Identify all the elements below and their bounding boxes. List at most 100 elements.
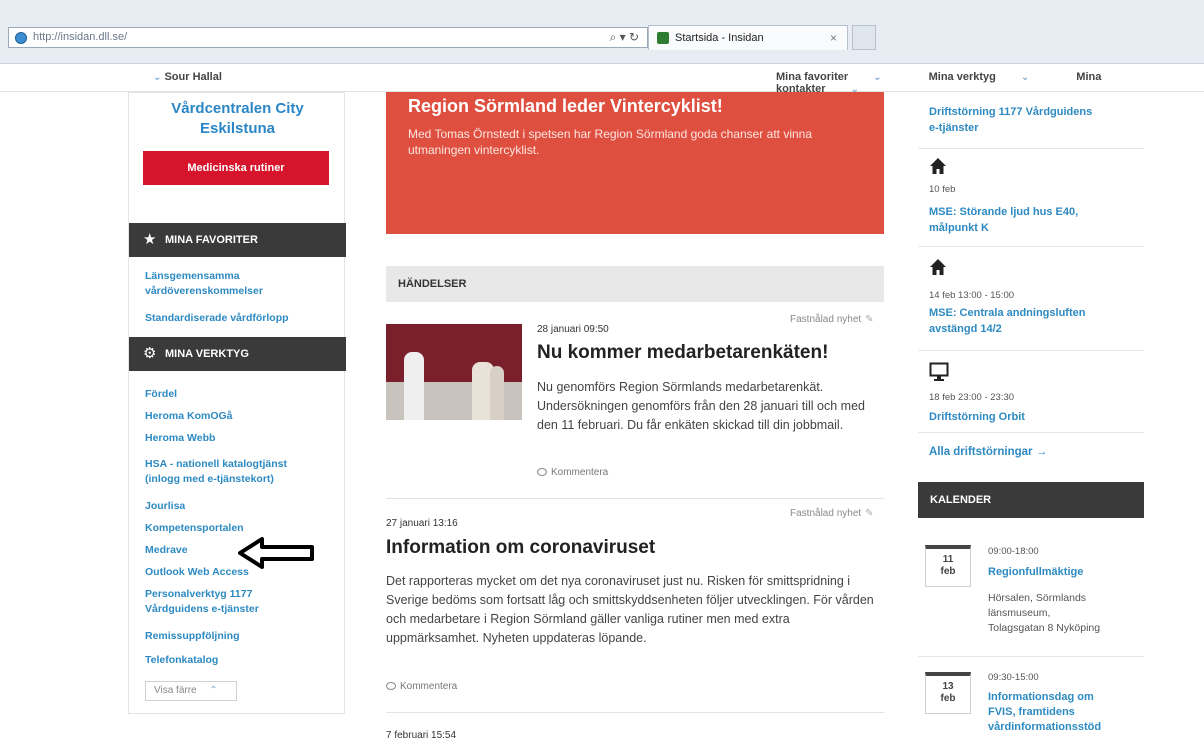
news-title[interactable]: Nu kommer medarbetarenkäten!: [537, 342, 828, 364]
gear-icon: ⚙: [143, 345, 157, 362]
comment-label: Kommentera: [400, 681, 458, 692]
banner-title: Region Sörmland leder Vintercyklist!: [408, 96, 723, 116]
calendar-month: feb: [940, 693, 956, 704]
calendar-date-badge: 13 feb: [925, 672, 971, 714]
disruption-link[interactable]: MSE: Centrala andningsluften avstängd 14…: [929, 305, 1085, 337]
menu-tools[interactable]: Mina verktyg ⌄: [929, 71, 1052, 83]
calendar-day: 13: [942, 681, 954, 692]
divider: [918, 148, 1144, 149]
show-less-button[interactable]: Visa färre ⌃: [145, 681, 237, 701]
divider: [386, 712, 884, 713]
tool-link[interactable]: Vårdguidens e-tjänster: [145, 602, 259, 616]
comment-label: Kommentera: [551, 467, 609, 478]
calendar-month: feb: [940, 566, 956, 577]
favorites-panel-header: ★ MINA FAVORITER: [129, 223, 346, 257]
all-disruptions-link[interactable]: Alla driftstörningar →: [929, 444, 1047, 460]
tool-link[interactable]: Telefonkatalog: [145, 653, 218, 667]
tool-link[interactable]: Jourlisa: [145, 499, 185, 513]
calendar-event-title[interactable]: Informationsdag om FVIS, framtidens vård…: [988, 690, 1101, 735]
image-person: [490, 366, 504, 420]
menu-favorites[interactable]: Mina favoriter ⌄: [776, 71, 904, 83]
disruption-link[interactable]: Driftstörning Orbit: [929, 409, 1025, 425]
tools-panel-header: ⚙ MINA VERKTYG: [129, 337, 346, 371]
calendar-day: 11: [942, 554, 954, 565]
home-icon: [930, 259, 946, 275]
comment-icon: [386, 682, 396, 690]
unit-title-line: Eskilstuna: [199, 120, 276, 137]
disruption-title-line: målpunkt K: [929, 222, 989, 234]
disruption-title-line: Driftstörning 1177 Vårdguidens: [929, 106, 1093, 118]
news-image[interactable]: [386, 324, 522, 420]
star-icon: ★: [143, 231, 157, 248]
comment-link[interactable]: Kommentera: [537, 467, 608, 478]
address-bar[interactable]: http://insidan.dll.se/ ⌕ ▾ ↻: [8, 27, 648, 48]
disruption-title-line: MSE: Störande ljud hus E40,: [929, 206, 1079, 218]
tool-link[interactable]: (inlogg med e-tjänstekort): [145, 472, 274, 486]
pinned-label: Fastnålad nyhet: [790, 314, 862, 325]
left-sidebar: Vårdcentralen City Eskilstuna Medicinska…: [128, 92, 346, 714]
calendar-event-title[interactable]: Regionfullmäktige: [988, 565, 1083, 580]
tool-link-medrave[interactable]: Medrave: [145, 543, 188, 557]
tool-link[interactable]: Heroma KomOGå: [145, 409, 233, 423]
user-name: Sour Hallal: [164, 71, 222, 83]
favorites-heading: MINA FAVORITER: [165, 234, 258, 246]
menu-tools-label: Mina verktyg: [928, 71, 996, 83]
divider: [386, 498, 884, 499]
calendar-date-badge: 11 feb: [925, 545, 971, 587]
comment-link[interactable]: Kommentera: [386, 681, 457, 692]
monitor-icon: [929, 362, 949, 381]
address-controls[interactable]: ⌕ ▾ ↻: [610, 30, 639, 45]
disruption-title-line: Driftstörning Orbit: [929, 411, 1025, 423]
menu-favorites-label: Mina favoriter: [776, 71, 849, 83]
news-date: 7 februari 15:54: [386, 730, 457, 741]
disruption-title-line: MSE: Centrala andningsluften: [929, 307, 1086, 319]
disruption-link[interactable]: Driftstörning 1177 Vårdguidens e-tjänste…: [929, 104, 1092, 136]
calendar-time: 09:00-18:00: [988, 546, 1039, 557]
disruption-link[interactable]: MSE: Störande ljud hus E40, målpunkt K: [929, 204, 1078, 236]
chevron-down-icon: ⌄: [153, 72, 162, 83]
calendar-title-line: vårdinformationsstöd: [988, 721, 1102, 733]
calendar-location-line: Tolagsgatan 8 Nyköping: [988, 622, 1101, 634]
divider: [918, 656, 1144, 657]
calendar-location: Hörsalen, Sörmlands länsmuseum, Tolagsga…: [988, 591, 1100, 636]
show-less-label: Visa färre: [154, 685, 197, 696]
favorite-link[interactable]: Standardiserade vårdförlopp: [145, 311, 289, 325]
unit-title[interactable]: Vårdcentralen City Eskilstuna: [129, 99, 346, 139]
events-heading: HÄNDELSER: [386, 266, 884, 302]
new-tab-button[interactable]: [852, 25, 876, 50]
tool-link[interactable]: Kompetensportalen: [145, 521, 244, 535]
news-date: 27 januari 13:16: [386, 518, 458, 529]
banner-text: Med Tomas Örnstedt i spetsen har Region …: [408, 127, 813, 157]
tool-link[interactable]: Outlook Web Access: [145, 565, 249, 579]
home-icon: [930, 158, 946, 174]
tab-title: Startsida - Insidan: [675, 32, 764, 44]
news-body: Det rapporteras mycket om det nya corona…: [386, 574, 874, 645]
browser-tab[interactable]: Startsida - Insidan ×: [648, 25, 848, 50]
tool-link[interactable]: Heroma Webb: [145, 431, 215, 445]
browser-toolbar: http://insidan.dll.se/ ⌕ ▾ ↻ Startsida -…: [0, 0, 1204, 64]
news-body: Nu genomförs Region Sörmlands medarbetar…: [537, 380, 865, 432]
divider: [918, 350, 1144, 351]
tool-link[interactable]: Fördel: [145, 387, 177, 401]
tool-link[interactable]: HSA - nationell katalogtjänst: [145, 457, 287, 471]
close-tab-icon[interactable]: ×: [830, 31, 837, 45]
disruption-title-line: avstängd 14/2: [929, 323, 1002, 335]
disruption-title-line: e-tjänster: [929, 122, 979, 134]
news-banner[interactable]: Region Sörmland leder Vintercyklist! Med…: [386, 92, 884, 234]
pinned-badge: Fastnålad nyhet ✎: [790, 314, 874, 325]
favorite-link[interactable]: Länsgemensamma: [145, 269, 240, 283]
tab-favicon-icon: [657, 32, 669, 44]
user-menu[interactable]: ⌄ Sour Hallal: [150, 71, 222, 83]
tool-link[interactable]: Personalverktyg 1177: [145, 587, 252, 601]
pinned-label: Fastnålad nyhet: [790, 508, 862, 519]
chevron-up-icon: ⌃: [209, 685, 218, 696]
pinned-badge: Fastnålad nyhet ✎: [790, 508, 874, 519]
calendar-title-line: Informationsdag om: [988, 691, 1094, 703]
calendar-time: 09:30-15:00: [988, 672, 1039, 683]
disruption-date: 14 feb 13:00 - 15:00: [929, 290, 1015, 301]
tool-link[interactable]: Remissuppföljning: [145, 629, 240, 643]
news-title[interactable]: Information om coronaviruset: [386, 537, 655, 559]
favorite-link[interactable]: vårdöverenskommelser: [145, 284, 263, 298]
medicinska-rutiner-button[interactable]: Medicinska rutiner: [143, 151, 329, 185]
url-text: http://insidan.dll.se/: [33, 31, 128, 43]
